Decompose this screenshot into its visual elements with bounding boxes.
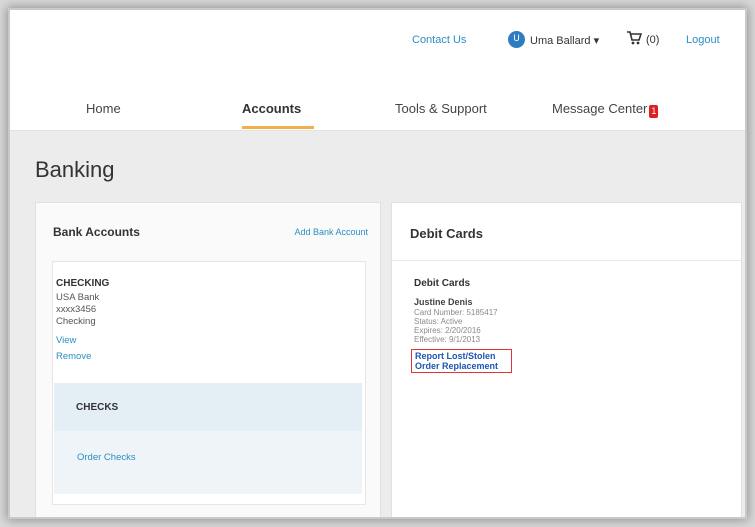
- nav-home[interactable]: Home: [86, 101, 121, 116]
- user-menu[interactable]: Uma Ballard ▾: [530, 34, 599, 47]
- card-number: Card Number: 5185417: [414, 308, 498, 317]
- add-bank-account-link[interactable]: Add Bank Account: [294, 227, 368, 237]
- account-type: CHECKING: [56, 278, 110, 289]
- cart-count: (0): [646, 34, 660, 46]
- debit-cards-panel: Debit Cards Debit Cards Justine Denis Ca…: [391, 202, 742, 517]
- account-number: xxxx3456: [56, 304, 97, 315]
- cart-icon[interactable]: [626, 30, 642, 46]
- report-lost-stolen-link[interactable]: Report Lost/Stolen: [415, 351, 511, 361]
- bank-accounts-panel: Bank Accounts Add Bank Account CHECKING …: [35, 202, 381, 517]
- user-avatar-icon[interactable]: U: [508, 31, 525, 48]
- nav-message-center[interactable]: Message Center 1: [552, 101, 659, 118]
- order-checks-link[interactable]: Order Checks: [77, 452, 136, 463]
- utility-bar: Contact Us U Uma Ballard ▾ (0) Logout: [10, 10, 745, 74]
- nav-tools-support[interactable]: Tools & Support: [395, 101, 487, 116]
- checking-account-card: CHECKING USA Bank xxxx3456 Checking View…: [52, 261, 366, 505]
- card-status: Status: Active: [414, 317, 463, 326]
- divider: [392, 260, 741, 261]
- message-count-badge: 1: [649, 105, 659, 118]
- card-effective: Effective: 9/1/2013: [414, 335, 481, 344]
- active-tab-indicator: [242, 126, 314, 129]
- nav-message-center-label: Message Center: [552, 101, 648, 116]
- checks-title: CHECKS: [76, 402, 119, 413]
- checks-section: CHECKS Order Checks: [54, 383, 362, 494]
- browser-frame: Contact Us U Uma Ballard ▾ (0) Logout Ho…: [10, 10, 745, 517]
- nav-accounts[interactable]: Accounts: [242, 101, 301, 116]
- logout-link[interactable]: Logout: [686, 34, 720, 46]
- checks-header: CHECKS: [54, 383, 362, 431]
- order-replacement-link[interactable]: Order Replacement: [415, 361, 511, 371]
- contact-us-link[interactable]: Contact Us: [412, 34, 466, 46]
- account-kind: Checking: [56, 316, 96, 327]
- page-title: Banking: [35, 157, 115, 182]
- main-content: Banking Bank Accounts Add Bank Account C…: [10, 131, 745, 517]
- card-holder-name: Justine Denis: [414, 297, 473, 307]
- remove-account-link[interactable]: Remove: [56, 351, 91, 362]
- card-expiry: Expires: 2/20/2016: [414, 326, 481, 335]
- bank-name: USA Bank: [56, 292, 100, 303]
- debit-cards-subtitle: Debit Cards: [414, 278, 471, 289]
- view-account-link[interactable]: View: [56, 335, 76, 346]
- main-nav: Home Accounts Tools & Support Message Ce…: [10, 74, 745, 131]
- debit-cards-title: Debit Cards: [410, 226, 483, 241]
- card-actions-highlight: Report Lost/Stolen Order Replacement: [411, 349, 512, 373]
- bank-accounts-title: Bank Accounts: [53, 225, 140, 239]
